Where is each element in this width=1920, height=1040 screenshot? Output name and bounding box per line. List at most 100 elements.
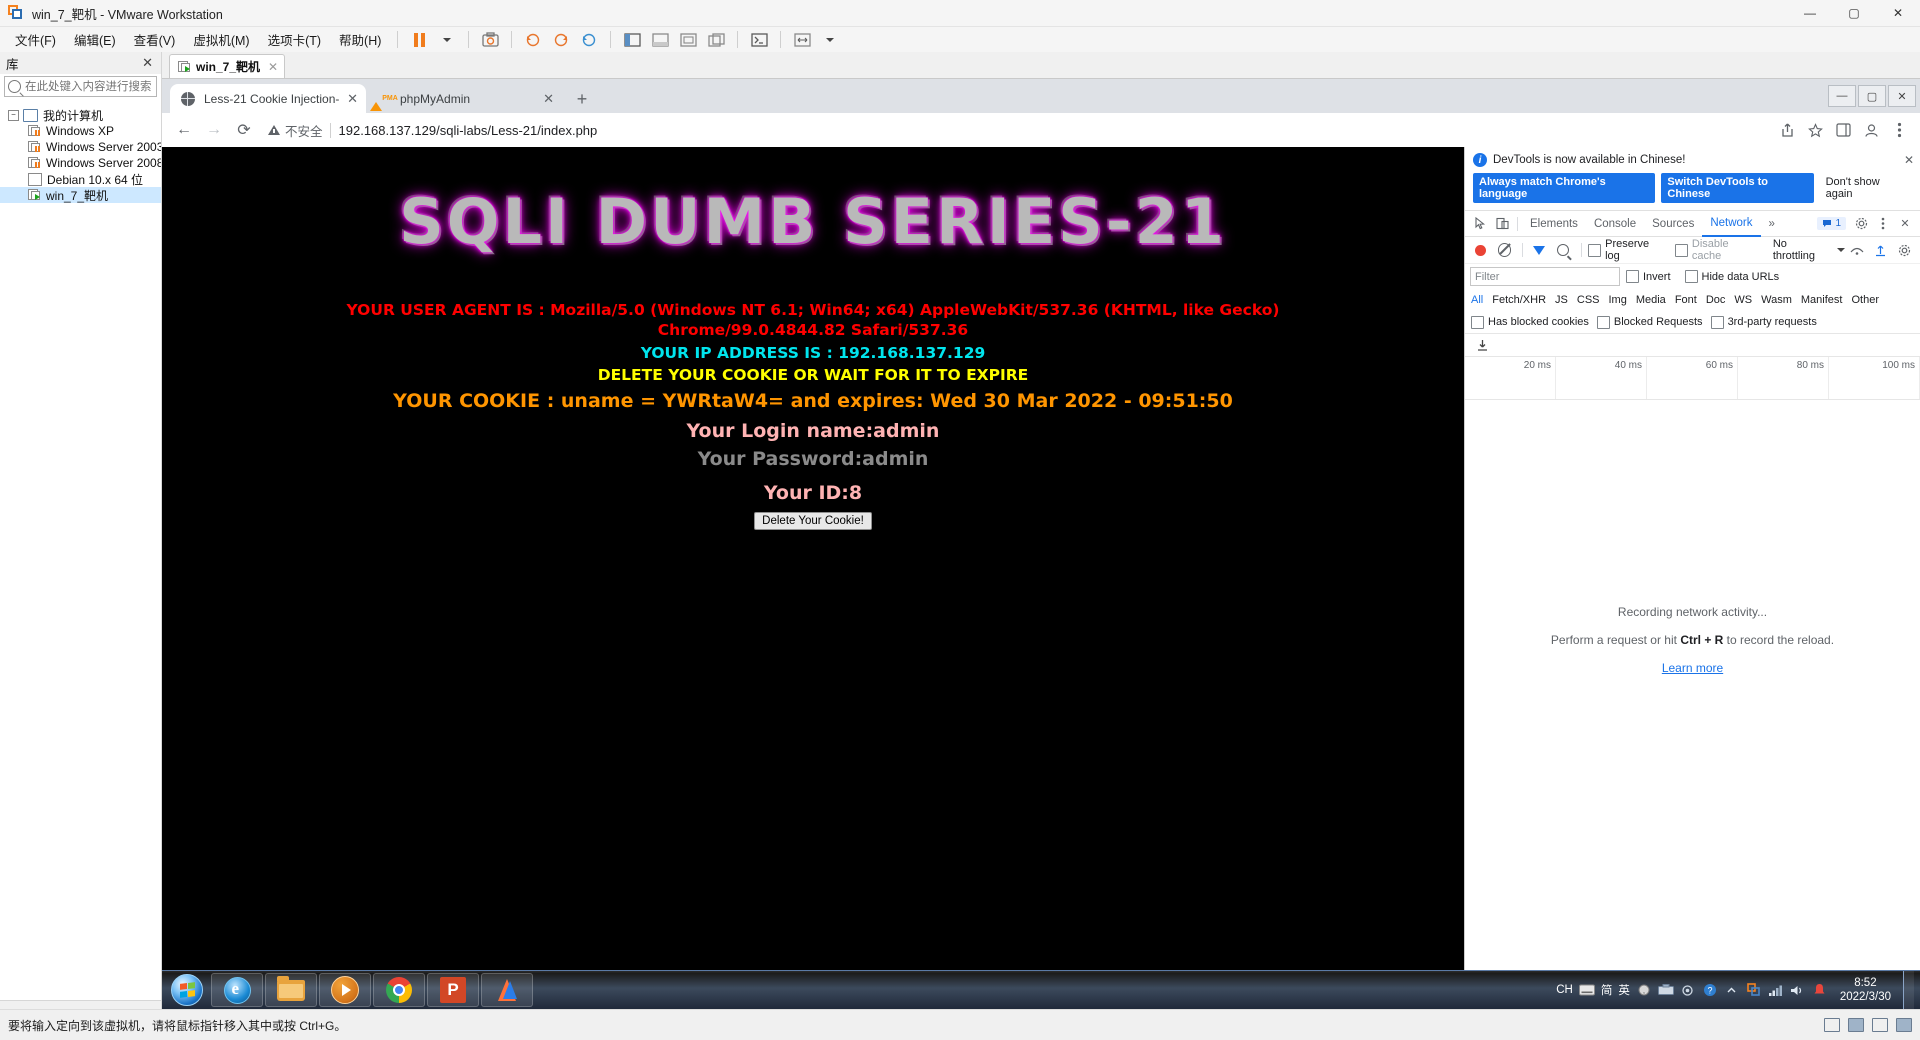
filter-icon[interactable] — [1533, 245, 1546, 255]
new-tab-button[interactable]: + — [568, 85, 596, 113]
address-bar[interactable]: 不安全 192.168.137.129/sqli-labs/Less-21/in… — [260, 117, 1772, 143]
devtools-close-icon[interactable]: ✕ — [1894, 214, 1916, 234]
more-tabs-icon[interactable]: » — [1761, 212, 1783, 236]
tab-sources[interactable]: Sources — [1644, 212, 1702, 236]
ime-english-indicator[interactable]: 英 — [1618, 982, 1630, 998]
taskbar-item-explorer[interactable] — [265, 973, 317, 1007]
type-filter-all[interactable]: All — [1471, 294, 1483, 306]
star-icon[interactable] — [1802, 117, 1828, 143]
minimize-button[interactable]: — — [1788, 0, 1832, 26]
taskbar-item-chrome[interactable] — [373, 973, 425, 1007]
ime-toolbox-icon[interactable] — [1657, 982, 1674, 998]
type-filter-css[interactable]: CSS — [1577, 294, 1600, 306]
disable-cache-checkbox[interactable]: Disable cache — [1674, 238, 1759, 262]
taskbar-clock[interactable]: 8:52 2022/3/30 — [1834, 976, 1897, 1004]
full-screen-icon[interactable] — [676, 29, 700, 50]
type-filter-doc[interactable]: Doc — [1706, 294, 1726, 306]
vm-tab-close-icon[interactable]: ✕ — [268, 60, 278, 74]
preserve-log-checkbox[interactable]: Preserve log — [1588, 238, 1665, 262]
always-match-language-button[interactable]: Always match Chrome's language — [1473, 173, 1656, 203]
network-icon[interactable] — [1768, 982, 1784, 998]
tab-network[interactable]: Network — [1702, 211, 1761, 237]
unity-mode-icon[interactable] — [704, 29, 728, 50]
printer-status-icon[interactable] — [1896, 1018, 1912, 1032]
has-blocked-cookies-checkbox[interactable]: Has blocked cookies — [1471, 315, 1589, 329]
ime-keyboard-icon[interactable] — [1578, 982, 1595, 998]
network-conditions-icon[interactable] — [1847, 240, 1868, 260]
browser-tab-phpmyadmin[interactable]: PMA phpMyAdmin ✕ — [366, 84, 562, 113]
tab-console[interactable]: Console — [1586, 212, 1644, 236]
menu-help[interactable]: 帮助(H) — [330, 27, 390, 52]
start-button[interactable] — [164, 973, 210, 1007]
browser-minimize-button[interactable]: — — [1828, 85, 1856, 107]
tree-item-windows-server-2003[interactable]: Windows Server 2003 — [0, 139, 161, 155]
chrome-menu-icon[interactable] — [1886, 117, 1912, 143]
show-desktop-button[interactable] — [1903, 971, 1914, 1009]
browser-tab-close-icon[interactable]: ✕ — [347, 91, 358, 107]
blocked-requests-checkbox[interactable]: Blocked Requests — [1596, 315, 1703, 329]
type-filter-other[interactable]: Other — [1851, 294, 1879, 306]
menu-edit[interactable]: 编辑(E) — [65, 27, 125, 52]
taskbar-item-firefox[interactable] — [481, 973, 533, 1007]
record-button[interactable] — [1475, 244, 1486, 256]
usb-status-icon[interactable] — [1872, 1018, 1888, 1032]
snapshot-icon[interactable] — [478, 29, 502, 50]
revert-snapshot-icon[interactable] — [521, 29, 545, 50]
browser-tab-close-icon[interactable]: ✕ — [543, 91, 554, 107]
maximize-button[interactable]: ▢ — [1832, 0, 1876, 26]
side-panel-icon[interactable] — [1830, 117, 1856, 143]
delete-cookie-button[interactable]: Delete Your Cookie! — [754, 512, 872, 530]
reload-button[interactable]: ⟳ — [230, 116, 258, 144]
snapshot-manager-icon[interactable] — [577, 29, 601, 50]
vm-tab-win7[interactable]: win_7_靶机 ✕ — [169, 54, 286, 78]
third-party-requests-checkbox[interactable]: 3rd-party requests — [1710, 315, 1817, 329]
device-toolbar-icon[interactable] — [1491, 214, 1513, 234]
type-filter-font[interactable]: Font — [1675, 294, 1697, 306]
filter-input[interactable]: Filter — [1470, 267, 1620, 286]
network-status-icon[interactable] — [1848, 1018, 1864, 1032]
profile-icon[interactable] — [1858, 117, 1884, 143]
type-filter-fetch-xhr[interactable]: Fetch/XHR — [1492, 294, 1546, 306]
devtools-more-options-icon[interactable] — [1872, 214, 1894, 234]
dont-show-again-button[interactable]: Don't show again — [1820, 173, 1912, 203]
take-snapshot-icon[interactable] — [549, 29, 573, 50]
show-hidden-icons-icon[interactable] — [1724, 982, 1740, 998]
close-button[interactable]: ✕ — [1876, 0, 1920, 26]
ime-language-indicator[interactable]: CH — [1556, 984, 1573, 996]
share-icon[interactable] — [1774, 117, 1800, 143]
browser-tab-less21[interactable]: Less-21 Cookie Injection- Error ✕ — [170, 84, 366, 113]
show-library-icon[interactable] — [620, 29, 644, 50]
menu-file[interactable]: 文件(F) — [6, 27, 65, 52]
type-filter-manifest[interactable]: Manifest — [1801, 294, 1843, 306]
network-settings-gear-icon[interactable] — [1894, 240, 1915, 260]
inspect-element-icon[interactable] — [1469, 214, 1491, 234]
download-icon[interactable] — [1471, 335, 1493, 355]
tree-item-my-computer[interactable]: − 我的计算机 — [0, 107, 161, 123]
throttling-select[interactable]: No throttling — [1773, 238, 1831, 262]
import-har-icon[interactable] — [1870, 240, 1891, 260]
taskbar-item-powerpoint[interactable]: P — [427, 973, 479, 1007]
banner-close-icon[interactable]: ✕ — [1904, 153, 1914, 167]
stretch-guest-icon[interactable] — [790, 29, 814, 50]
hide-data-urls-checkbox[interactable]: Hide data URLs — [1684, 270, 1779, 283]
menu-vm[interactable]: 虚拟机(M) — [184, 27, 258, 52]
browser-close-button[interactable]: ✕ — [1888, 85, 1916, 107]
tree-item-debian[interactable]: Debian 10.x 64 位 — [0, 171, 161, 187]
invert-checkbox[interactable]: Invert — [1626, 270, 1671, 283]
power-dropdown-button[interactable] — [435, 29, 459, 50]
vmware-tools-icon[interactable] — [1746, 982, 1762, 998]
clear-icon[interactable] — [1497, 243, 1512, 257]
learn-more-link[interactable]: Learn more — [1662, 661, 1723, 675]
type-filter-wasm[interactable]: Wasm — [1761, 294, 1792, 306]
switch-devtools-language-button[interactable]: Switch DevTools to Chinese — [1661, 173, 1814, 203]
type-filter-js[interactable]: JS — [1555, 294, 1568, 306]
library-search-input[interactable] — [21, 79, 181, 94]
type-filter-img[interactable]: Img — [1609, 294, 1627, 306]
ime-settings-icon[interactable] — [1680, 982, 1696, 998]
help-icon[interactable]: ? — [1702, 982, 1718, 998]
volume-icon[interactable] — [1790, 982, 1806, 998]
ime-simplified-indicator[interactable]: 简 — [1601, 982, 1613, 998]
show-thumbnail-bar-icon[interactable] — [648, 29, 672, 50]
action-center-icon[interactable] — [1812, 982, 1828, 998]
type-filter-media[interactable]: Media — [1636, 294, 1666, 306]
